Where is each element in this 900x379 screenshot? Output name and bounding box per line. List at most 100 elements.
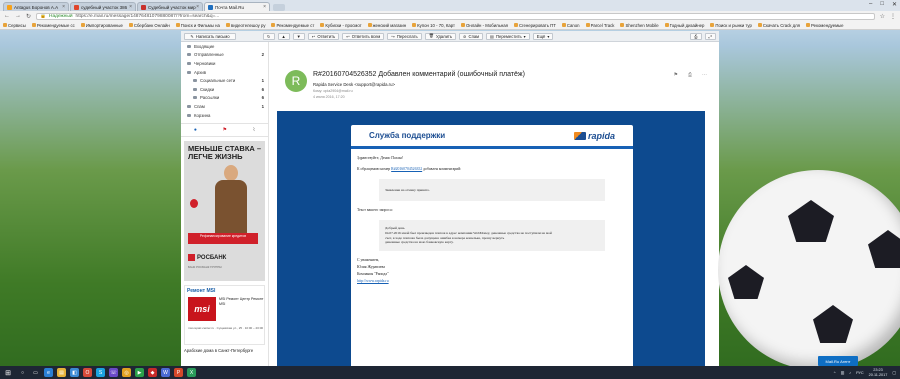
word-icon[interactable]: W: [161, 368, 170, 377]
close-tab-icon[interactable]: ×: [196, 4, 199, 10]
bookmark-item[interactable]: Рекомендуемые ст: [271, 23, 314, 28]
chrome-icon[interactable]: ◎: [122, 368, 131, 377]
skype-icon[interactable]: S: [96, 368, 105, 377]
clock[interactable]: 23:23 20.11.2017: [869, 368, 888, 377]
back-icon[interactable]: ←: [4, 13, 10, 19]
file-explorer-icon[interactable]: ▤: [57, 368, 66, 377]
flag-icon[interactable]: ⚑: [223, 127, 227, 133]
bookmark-item[interactable]: Купон 10 - 70, Карт: [412, 23, 455, 28]
bookmark-item[interactable]: женский магазин: [367, 23, 406, 28]
forward-button[interactable]: ↪ Переслать: [387, 32, 422, 40]
bookmark-item[interactable]: Parcel Track: [585, 23, 614, 28]
bookmark-item[interactable]: Сервисы: [3, 23, 26, 28]
folder-item[interactable]: Скидки 6: [181, 85, 268, 94]
spam-button[interactable]: ⊘ Спам: [459, 32, 484, 40]
bookmark-item[interactable]: Shenzhen Mobile: [620, 23, 659, 28]
bookmark-item[interactable]: Canon: [561, 23, 580, 28]
media-icon[interactable]: ◆: [148, 368, 157, 377]
print-icon[interactable]: ⎙: [688, 72, 692, 78]
reply-button[interactable]: ↩ Ответить: [307, 32, 340, 40]
folder-item[interactable]: Корзина: [181, 111, 268, 120]
bookmark-item[interactable]: видеотелешоу ру: [225, 23, 265, 28]
bookmark-item[interactable]: Сгенерировать ПТ: [513, 23, 556, 28]
bookmark-icon: [271, 23, 276, 27]
mail-agent-button[interactable]: Mail.Ru Агент: [818, 356, 858, 366]
network-icon[interactable]: ▥: [841, 370, 845, 375]
refresh-button[interactable]: ↻: [263, 32, 275, 40]
ticket-link[interactable]: R#20160704526352: [391, 167, 422, 171]
forward-icon[interactable]: →: [15, 13, 21, 19]
bank-name: РОСБАНК: [197, 254, 227, 261]
move-label: Переместить: [496, 33, 522, 39]
bookmark-item[interactable]: Импортированные: [80, 23, 123, 28]
compose-button[interactable]: ✎ Написать письмо: [184, 32, 236, 40]
site-link[interactable]: http://www.rapida.ru: [357, 279, 389, 283]
close-tab-icon[interactable]: ×: [263, 4, 266, 10]
folder-item[interactable]: Архив: [181, 68, 268, 77]
star-icon[interactable]: ☆: [880, 13, 885, 20]
folder-name: Корзина: [194, 112, 211, 118]
chevron-up-icon[interactable]: ^: [834, 371, 836, 375]
msi-ad[interactable]: Ремонт MSI msi MSI Ремонт Центр Ремонт M…: [184, 285, 265, 346]
text-ad[interactable]: Арабские дома в Санкт-Петербурге: [184, 348, 265, 353]
task-view-icon[interactable]: ▭: [31, 368, 40, 377]
folder-name: Архив: [194, 69, 207, 75]
folder-item[interactable]: Спам 1: [181, 102, 268, 111]
viber-icon[interactable]: ☏: [109, 368, 118, 377]
folder-item[interactable]: Черновики: [181, 59, 268, 68]
bookmark-item[interactable]: Онлайн - Мобильная: [461, 23, 508, 28]
powerpoint-icon[interactable]: P: [174, 368, 183, 377]
notifications-icon[interactable]: ▢: [892, 370, 896, 375]
excel-icon[interactable]: X: [187, 368, 196, 377]
store-icon[interactable]: ◧: [70, 368, 79, 377]
prev-button[interactable]: ▲: [277, 32, 290, 40]
close-tab-icon[interactable]: ×: [62, 4, 65, 10]
dot-icon[interactable]: ●: [194, 127, 197, 133]
more-button[interactable]: Ещё ▾: [532, 32, 554, 40]
search-icon[interactable]: ○: [18, 368, 27, 377]
maximize-icon[interactable]: □: [880, 1, 884, 8]
reload-icon[interactable]: ↻: [26, 13, 31, 20]
folder-icon: [187, 113, 191, 117]
bookmark-item[interactable]: Поиск и рынки тур: [710, 23, 752, 28]
move-button[interactable]: ▤ Переместить ▾: [486, 32, 530, 40]
fullscreen-button[interactable]: ⤢: [704, 32, 716, 40]
browser-tab-2[interactable]: судебный участок 386 ×: [70, 2, 136, 11]
bookmark-item[interactable]: Кубиски - просмот: [320, 23, 362, 28]
flag-icon[interactable]: ⚑: [674, 72, 678, 78]
folder-item[interactable]: Отправленные 2: [181, 51, 268, 60]
bookmark-item[interactable]: Сбербанк Онлайн: [128, 23, 170, 28]
reply-all-button[interactable]: ↩ Ответить всем: [342, 32, 385, 40]
message-from[interactable]: Rapida Service Desk <support@rapida.ru>: [313, 82, 395, 87]
more-icon[interactable]: ⋯: [702, 72, 707, 78]
paperclip-icon[interactable]: ⌇: [253, 127, 255, 133]
bank-ad[interactable]: МЕНЬШЕ СТАВКА – ЛЕГЧЕ ЖИЗНЬ Рефинансиров…: [184, 141, 265, 282]
delete-button[interactable]: 🗑 Удалить: [424, 32, 457, 40]
folder-name: Спам: [194, 103, 205, 109]
folder-item[interactable]: Социальные сети 1: [181, 76, 268, 85]
app-icon[interactable]: ▶: [135, 368, 144, 377]
print-button[interactable]: ⎙: [690, 32, 702, 40]
bookmark-item[interactable]: Скачать Crack для: [757, 23, 800, 28]
bookmark-item[interactable]: Годный дизайнер: [664, 23, 704, 28]
bookmark-item[interactable]: Поиск и Фильмы на: [175, 23, 220, 28]
opera-icon[interactable]: O: [83, 368, 92, 377]
bookmark-item[interactable]: Рекомендуемые: [806, 23, 844, 28]
browser-tab-3[interactable]: Судебный участок мир ×: [137, 2, 203, 11]
language-indicator[interactable]: РУС: [856, 371, 864, 375]
bookmark-item[interactable]: Рекомендуемые сс: [31, 23, 75, 28]
browser-tab-4[interactable]: Почта Mail.Ru ×: [204, 2, 270, 11]
minimize-icon[interactable]: –: [869, 1, 872, 8]
close-tab-icon[interactable]: ×: [129, 4, 132, 10]
windows-start-icon[interactable]: ⊞: [2, 367, 14, 378]
next-button[interactable]: ▼: [292, 32, 305, 40]
menu-icon[interactable]: ⋮: [890, 13, 896, 20]
volume-icon[interactable]: ♪: [849, 371, 851, 375]
close-window-icon[interactable]: ✕: [892, 1, 897, 8]
url-input[interactable]: 🔒 Надежный https://e.mail.ru/message/148…: [36, 12, 875, 20]
folder-item[interactable]: Рассылки 6: [181, 94, 268, 103]
edge-icon[interactable]: e: [44, 368, 53, 377]
folder-item[interactable]: Входящие: [181, 42, 268, 51]
browser-tab-1[interactable]: Antagus Боронов А.А ×: [3, 2, 69, 11]
new-tab-button[interactable]: [273, 4, 285, 11]
